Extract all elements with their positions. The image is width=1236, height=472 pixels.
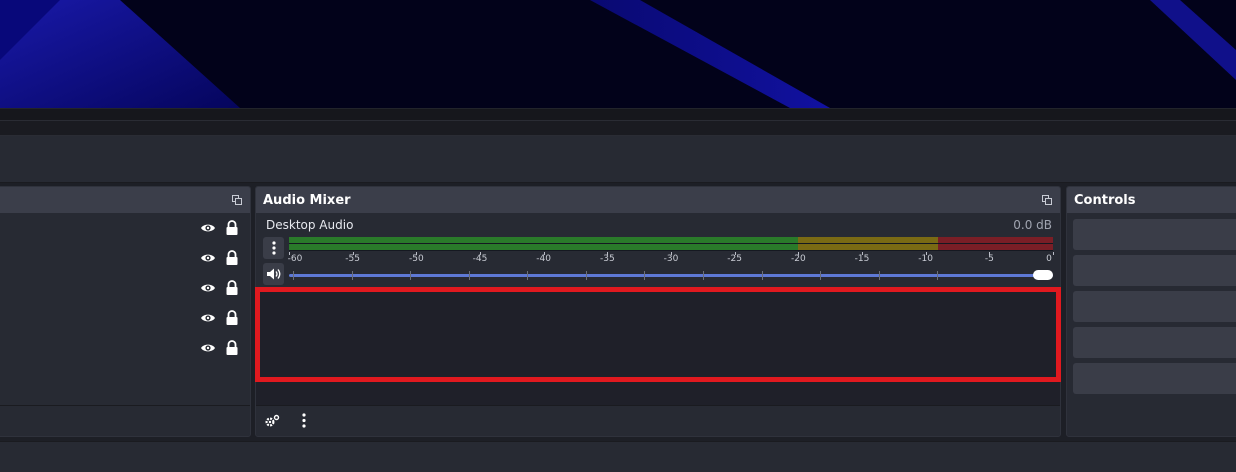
sources-dock-title bbox=[0, 187, 250, 213]
meter-scale-tick bbox=[1053, 252, 1054, 255]
volume-slider-tick bbox=[878, 271, 880, 280]
meter-scale-label: -55 bbox=[345, 254, 361, 264]
eye-icon[interactable] bbox=[200, 310, 216, 326]
lock-icon[interactable] bbox=[225, 310, 239, 326]
lock-icon[interactable] bbox=[225, 250, 239, 266]
meter-green-zone bbox=[289, 244, 799, 250]
meter-scale: -60 -55 -50 -45 -40 -35 -30 -25 -20 -15 -10 -5 0 bbox=[287, 252, 1054, 266]
sources-toolbar bbox=[0, 405, 250, 436]
lock-icon[interactable] bbox=[225, 340, 239, 356]
source-row[interactable] bbox=[0, 213, 250, 243]
volume-slider-tick bbox=[410, 271, 412, 280]
controls-button[interactable] bbox=[1073, 255, 1236, 286]
meter-scale-label: -5 bbox=[984, 254, 994, 264]
source-row[interactable] bbox=[0, 243, 250, 273]
undock-icon[interactable] bbox=[1042, 195, 1052, 205]
audio-source-menu-button[interactable] bbox=[263, 237, 284, 259]
volume-slider-tick bbox=[937, 271, 939, 280]
meter-scale-label: -45 bbox=[472, 254, 488, 264]
highlight-annotation-box bbox=[255, 287, 1061, 382]
meter-scale-label: -20 bbox=[790, 254, 806, 264]
controls-button[interactable] bbox=[1073, 291, 1236, 322]
volume-meter bbox=[289, 237, 1053, 251]
meter-green-zone bbox=[289, 237, 799, 243]
lock-icon[interactable] bbox=[225, 280, 239, 296]
meter-scale-label: -60 bbox=[287, 254, 303, 264]
source-row[interactable] bbox=[0, 273, 250, 303]
eye-icon[interactable] bbox=[200, 250, 216, 266]
lock-icon[interactable] bbox=[225, 220, 239, 236]
mute-button[interactable] bbox=[263, 263, 284, 285]
source-row[interactable] bbox=[0, 333, 250, 363]
mixer-menu-icon[interactable] bbox=[302, 413, 306, 428]
volume-db-readout: 0.0 dB bbox=[1013, 218, 1052, 232]
meter-scale-label: -40 bbox=[536, 254, 552, 264]
volume-slider-tick bbox=[644, 271, 646, 280]
controls-button[interactable] bbox=[1073, 327, 1236, 358]
transition-strip bbox=[0, 120, 1236, 136]
eye-icon[interactable] bbox=[200, 280, 216, 296]
volume-slider[interactable] bbox=[289, 270, 1053, 280]
volume-slider-tick bbox=[351, 271, 353, 280]
meter-scale-label: -15 bbox=[854, 254, 870, 264]
audio-source-name: Desktop Audio bbox=[266, 218, 354, 232]
sources-list bbox=[0, 213, 250, 363]
meter-yellow-zone bbox=[798, 237, 939, 243]
meter-scale-label: -35 bbox=[599, 254, 615, 264]
volume-slider-tick bbox=[293, 271, 294, 280]
volume-slider-tick bbox=[527, 271, 529, 280]
meter-red-zone bbox=[938, 237, 1053, 243]
controls-button[interactable] bbox=[1073, 219, 1236, 250]
meter-red-zone bbox=[938, 244, 1053, 250]
sources-dock bbox=[0, 186, 251, 437]
toolbar-band bbox=[0, 136, 1236, 183]
audio-mixer-title: Audio Mixer bbox=[256, 187, 1060, 213]
audio-mixer-toolbar bbox=[256, 405, 1060, 436]
status-bar bbox=[0, 441, 1236, 472]
volume-slider-tick bbox=[761, 271, 763, 280]
kebab-menu-icon bbox=[271, 241, 276, 255]
controls-title-text: Controls bbox=[1074, 192, 1136, 208]
volume-slider-thumb[interactable] bbox=[1033, 270, 1053, 280]
advanced-audio-gear-icon[interactable] bbox=[264, 414, 280, 428]
volume-slider-tick bbox=[468, 271, 470, 280]
preview-canvas[interactable] bbox=[0, 0, 1236, 108]
volume-slider-track[interactable] bbox=[289, 274, 1053, 277]
meter-yellow-zone bbox=[798, 244, 939, 250]
meter-scale-label: -30 bbox=[663, 254, 679, 264]
speaker-icon bbox=[266, 268, 280, 280]
meter-scale-label: -50 bbox=[408, 254, 424, 264]
undock-icon[interactable] bbox=[232, 195, 242, 205]
controls-dock: Controls bbox=[1066, 186, 1236, 437]
volume-slider-tick bbox=[585, 271, 587, 280]
preview-image bbox=[0, 0, 1236, 108]
controls-button[interactable] bbox=[1073, 363, 1236, 394]
source-row[interactable] bbox=[0, 303, 250, 333]
meter-scale-label: 0 bbox=[1046, 254, 1052, 264]
volume-slider-tick bbox=[703, 271, 704, 280]
volume-slider-tick bbox=[820, 271, 822, 280]
audio-mixer-title-text: Audio Mixer bbox=[263, 192, 351, 208]
eye-icon[interactable] bbox=[200, 340, 216, 356]
meter-scale-label: -25 bbox=[727, 254, 743, 264]
meter-scale-label: -10 bbox=[918, 254, 934, 264]
controls-title: Controls bbox=[1067, 187, 1236, 213]
eye-icon[interactable] bbox=[200, 220, 216, 236]
